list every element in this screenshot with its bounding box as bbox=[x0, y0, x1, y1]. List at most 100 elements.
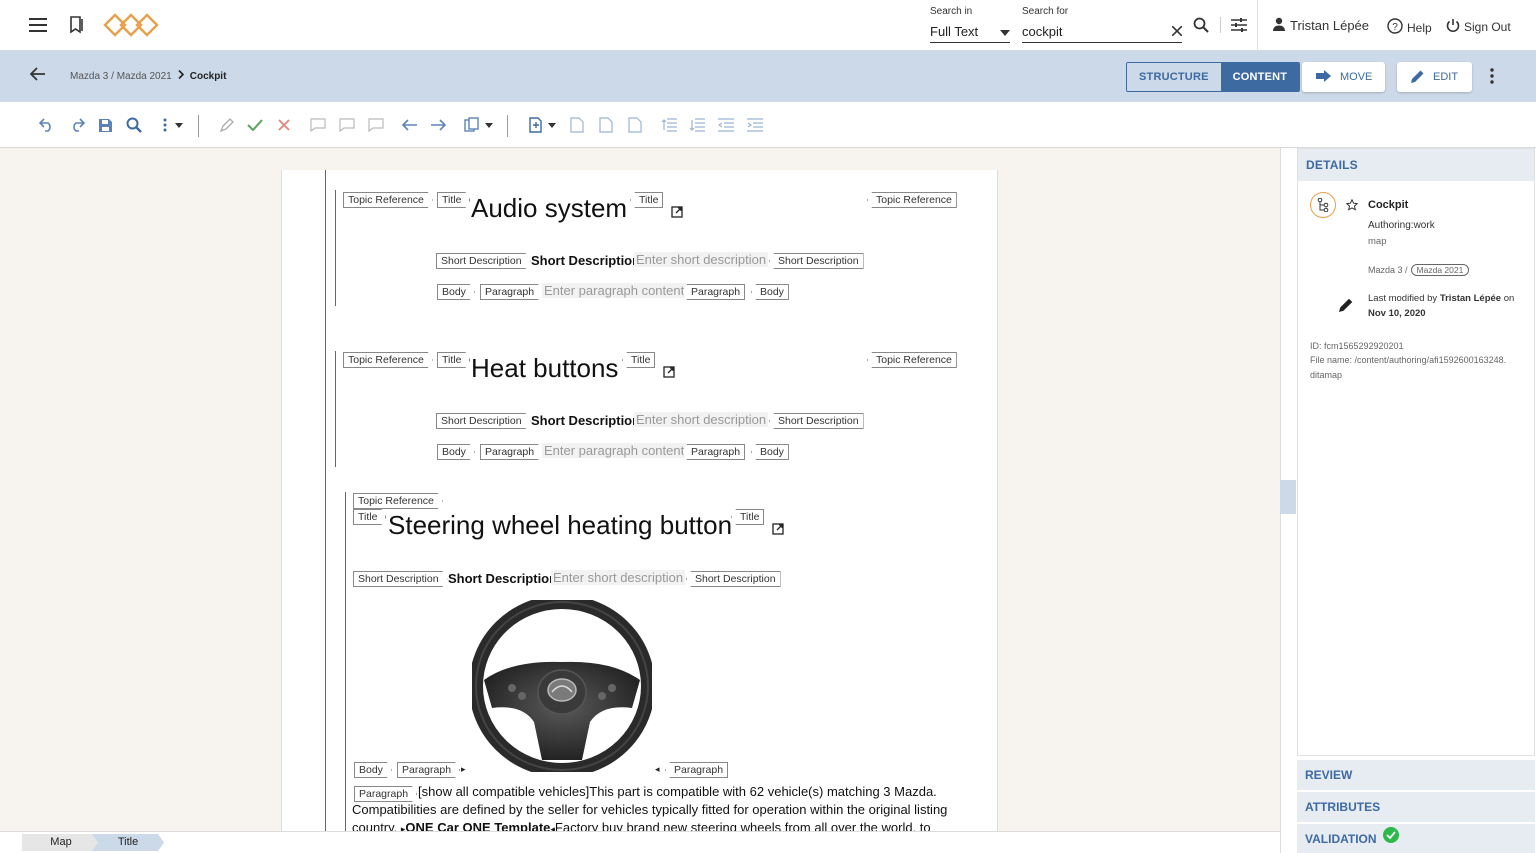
menu-icon[interactable] bbox=[28, 15, 48, 35]
reject-change-icon[interactable] bbox=[275, 116, 293, 134]
review-section[interactable]: REVIEW bbox=[1297, 760, 1535, 790]
body-tag[interactable]: Body bbox=[437, 284, 475, 300]
body-tag[interactable]: Body bbox=[437, 444, 475, 460]
paragraph-placeholder[interactable]: Enter paragraph content bbox=[542, 283, 687, 298]
filter-settings-icon[interactable] bbox=[1229, 15, 1249, 35]
paragraph-tag[interactable]: Paragraph bbox=[480, 284, 543, 300]
document-canvas[interactable]: Topic Reference Title Audio system Title… bbox=[281, 170, 998, 832]
title-end-tag[interactable]: Title bbox=[731, 509, 765, 525]
body-end-tag[interactable]: Body bbox=[751, 284, 789, 300]
structure-tab[interactable]: STRUCTURE bbox=[1127, 63, 1221, 91]
open-external-icon[interactable] bbox=[772, 522, 784, 535]
paragraph-tag[interactable]: Paragraph bbox=[480, 444, 543, 460]
search-in-select[interactable]: Search in Full Text bbox=[930, 6, 1010, 43]
sign-out-link[interactable]: Sign Out bbox=[1446, 18, 1511, 36]
redo-icon[interactable] bbox=[68, 116, 86, 134]
topic-reference-end-tag[interactable]: Topic Reference bbox=[867, 352, 957, 368]
more-options-icon[interactable] bbox=[1490, 68, 1494, 89]
bookmarks-icon[interactable] bbox=[67, 15, 87, 35]
short-description-tag[interactable]: Short Description bbox=[436, 413, 531, 429]
body-tag[interactable]: Body bbox=[354, 762, 392, 778]
accept-change-icon[interactable] bbox=[246, 116, 264, 134]
short-description-placeholder[interactable]: Enter short description bbox=[634, 412, 769, 427]
insert-child-icon[interactable] bbox=[626, 116, 644, 134]
save-icon[interactable] bbox=[96, 116, 114, 134]
details-header[interactable]: DETAILS bbox=[1298, 149, 1534, 181]
panel-resize-handle[interactable] bbox=[1280, 480, 1296, 514]
dropdown-caret-icon[interactable] bbox=[543, 116, 561, 134]
comment-edit-icon[interactable] bbox=[338, 116, 356, 134]
insert-after-icon[interactable] bbox=[597, 116, 615, 134]
clear-icon[interactable] bbox=[1171, 24, 1183, 39]
short-description-end-tag[interactable]: Short Description bbox=[769, 253, 864, 269]
edit-label: EDIT bbox=[1433, 71, 1459, 83]
comment-view-icon[interactable] bbox=[367, 116, 385, 134]
paragraph-tag[interactable]: Paragraph bbox=[397, 762, 460, 778]
edit-button[interactable]: EDIT bbox=[1397, 62, 1472, 92]
paragraph-end-tag[interactable]: Paragraph bbox=[682, 284, 746, 300]
details-file-name: File name: /content/authoring/afi1592600… bbox=[1310, 355, 1507, 365]
topic-title[interactable]: Steering wheel heating button bbox=[388, 510, 732, 541]
body-end-tag[interactable]: Body bbox=[751, 444, 789, 460]
paragraph-end-tag[interactable]: Paragraph bbox=[665, 762, 729, 778]
short-description-end-tag[interactable]: Short Description bbox=[769, 413, 864, 429]
topic-reference-end-tag[interactable]: Topic Reference bbox=[867, 192, 957, 208]
paragraph-end-tag[interactable]: Paragraph bbox=[682, 444, 746, 460]
topic-reference-tag[interactable]: Topic Reference bbox=[343, 192, 433, 208]
title-end-tag[interactable]: Title bbox=[622, 352, 656, 368]
content-tab[interactable]: CONTENT bbox=[1220, 63, 1300, 91]
user-icon bbox=[1272, 17, 1286, 34]
title-tag[interactable]: Title bbox=[353, 509, 386, 525]
pencil-icon bbox=[1338, 297, 1354, 318]
breadcrumb-path[interactable]: Mazda 3 / Mazda 2021 bbox=[70, 71, 172, 82]
search-icon[interactable] bbox=[1191, 15, 1211, 35]
steering-wheel-image[interactable] bbox=[469, 595, 655, 777]
paragraph-placeholder[interactable]: Enter paragraph content bbox=[542, 443, 687, 458]
open-external-icon[interactable] bbox=[671, 205, 683, 218]
short-description-placeholder[interactable]: Enter short description bbox=[551, 570, 686, 585]
topic-reference-tag[interactable]: Topic Reference bbox=[343, 352, 433, 368]
back-arrow-icon[interactable] bbox=[29, 67, 46, 86]
search-input[interactable]: Search for cockpit bbox=[1022, 6, 1183, 43]
copy-icon[interactable] bbox=[463, 116, 481, 134]
insert-before-icon[interactable] bbox=[568, 116, 586, 134]
move-button[interactable]: MOVE bbox=[1302, 62, 1385, 92]
arrow-right-icon[interactable] bbox=[429, 116, 447, 134]
path-crumb-map[interactable]: Map bbox=[22, 834, 100, 851]
search-input-value: cockpit bbox=[1022, 24, 1063, 39]
short-description-end-tag[interactable]: Short Description bbox=[686, 571, 781, 587]
move-down-icon[interactable] bbox=[688, 116, 706, 134]
short-description-tag[interactable]: Short Description bbox=[353, 571, 448, 587]
topic-title[interactable]: Heat buttons bbox=[471, 353, 618, 384]
topic-reference-tag[interactable]: Topic Reference bbox=[353, 493, 443, 509]
user-menu[interactable]: Tristan Lépée bbox=[1272, 17, 1369, 34]
dropdown-caret-icon[interactable] bbox=[170, 116, 188, 134]
validation-section[interactable]: VALIDATION bbox=[1297, 824, 1535, 853]
open-external-icon[interactable] bbox=[663, 365, 675, 378]
topic-title[interactable]: Audio system bbox=[471, 193, 627, 224]
comment-add-icon[interactable] bbox=[309, 116, 327, 134]
short-description-tag[interactable]: Short Description bbox=[436, 253, 531, 269]
dropdown-caret-icon[interactable] bbox=[480, 116, 498, 134]
arrow-left-icon[interactable] bbox=[401, 116, 419, 134]
title-end-tag[interactable]: Title bbox=[630, 192, 664, 208]
find-icon[interactable] bbox=[125, 116, 143, 134]
star-icon[interactable] bbox=[1345, 198, 1359, 216]
short-description-placeholder[interactable]: Enter short description bbox=[634, 252, 769, 267]
undo-icon[interactable] bbox=[38, 116, 56, 134]
details-path-chip[interactable]: Mazda 2021 bbox=[1410, 264, 1470, 276]
move-up-icon[interactable] bbox=[660, 116, 678, 134]
help-link[interactable]: ? Help bbox=[1387, 18, 1432, 37]
review-label: REVIEW bbox=[1305, 768, 1353, 782]
title-tag[interactable]: Title bbox=[437, 352, 470, 368]
title-tag[interactable]: Title bbox=[437, 192, 470, 208]
attributes-section[interactable]: ATTRIBUTES bbox=[1297, 792, 1535, 822]
view-toggle: STRUCTURE CONTENT bbox=[1126, 62, 1301, 92]
path-crumb-title[interactable]: Title bbox=[92, 834, 164, 851]
document-header: Mazda 3 / Mazda 2021 Cockpit STRUCTURE C… bbox=[0, 51, 1536, 102]
paragraph-content[interactable]: [show all compatible vehicles]This part … bbox=[352, 783, 962, 832]
app-logo[interactable] bbox=[103, 12, 159, 38]
track-changes-icon[interactable] bbox=[218, 116, 236, 134]
outdent-icon[interactable] bbox=[717, 116, 735, 134]
indent-icon[interactable] bbox=[746, 116, 764, 134]
